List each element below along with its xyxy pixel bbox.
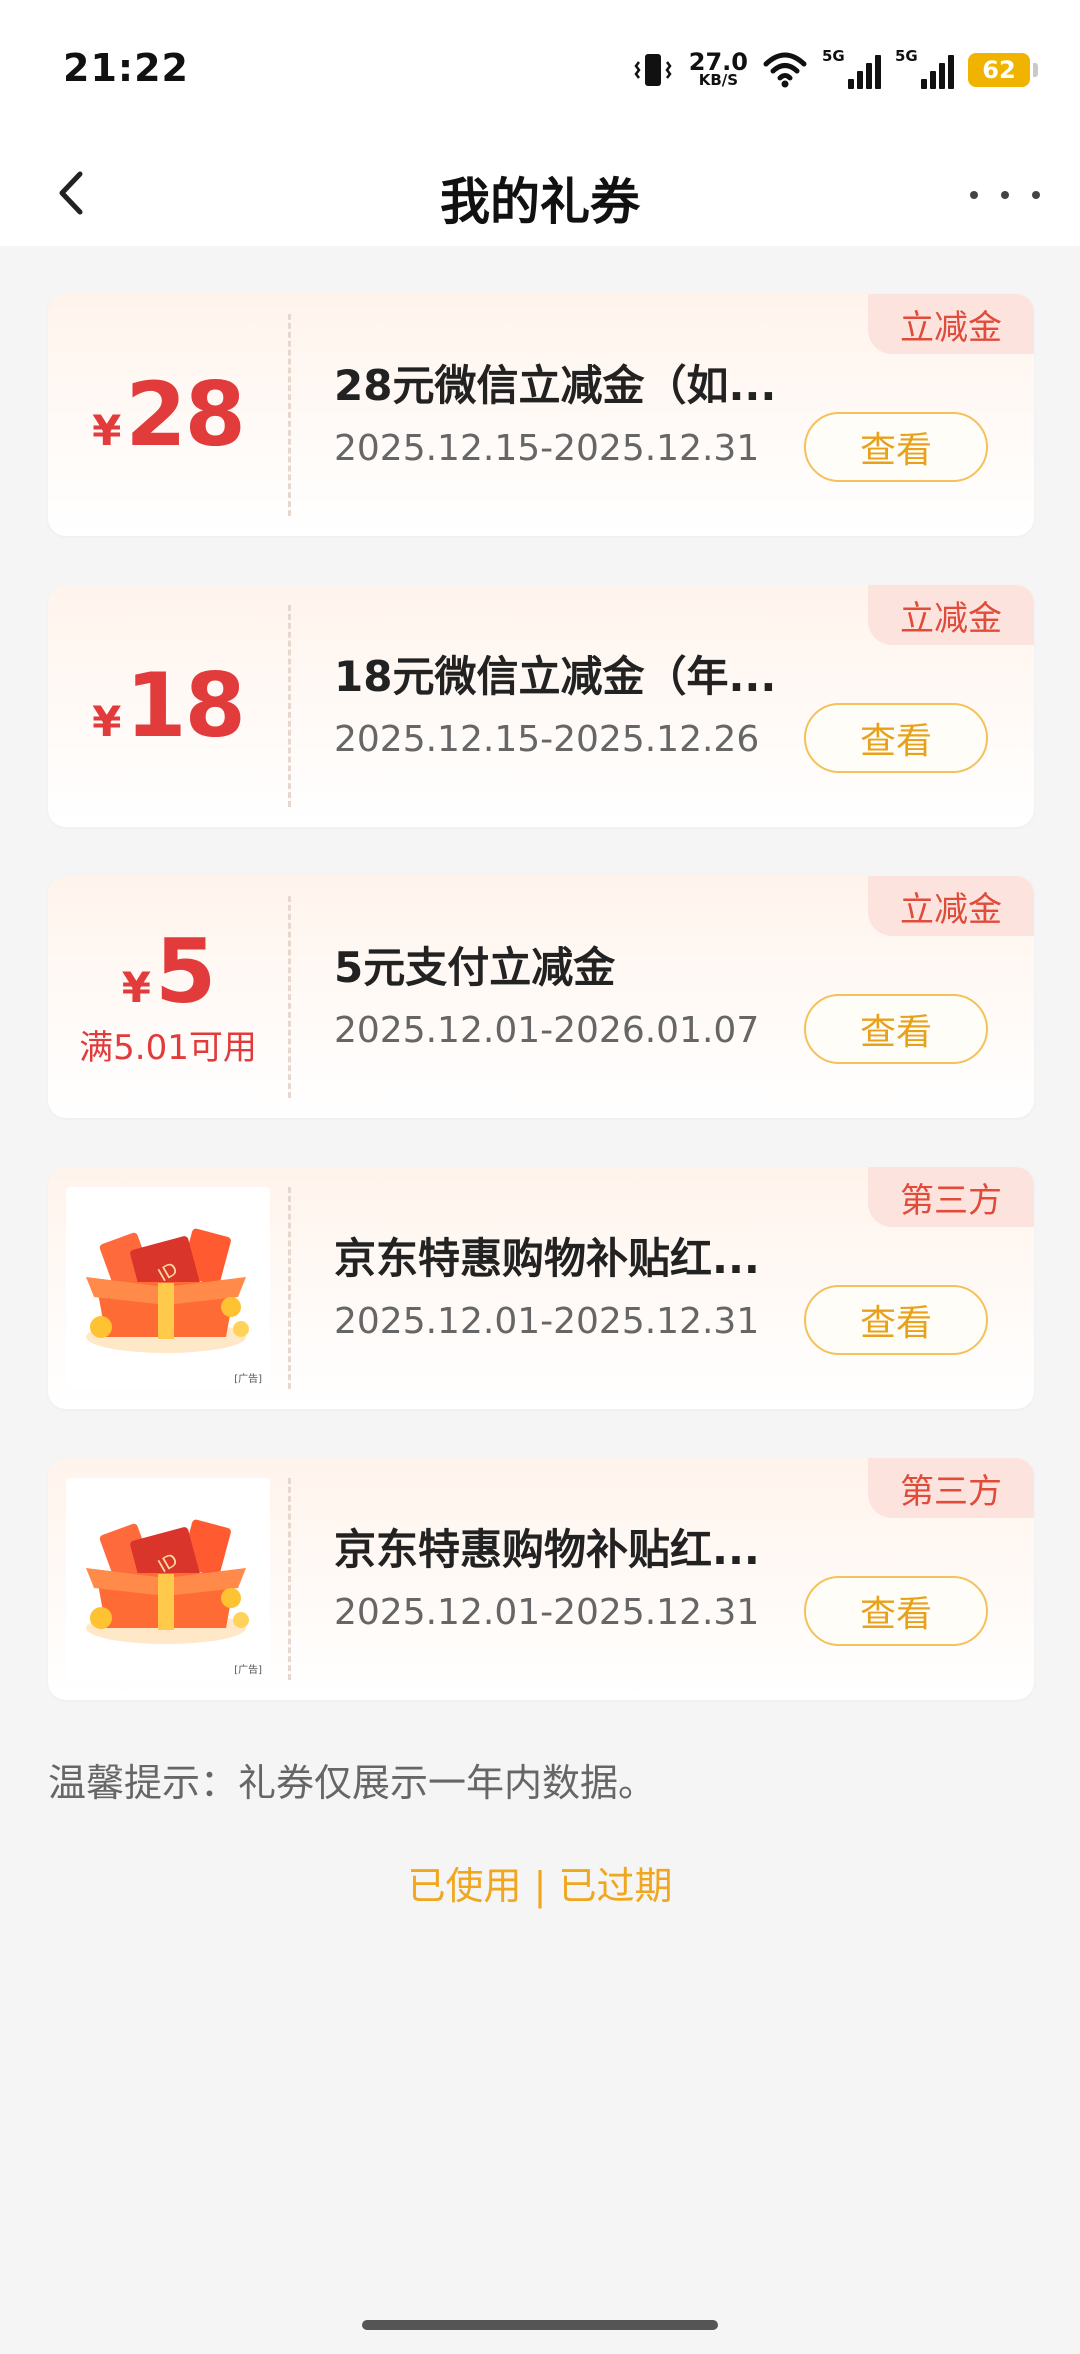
coupon-date: 2025.12.15-2025.12.31 (334, 428, 760, 469)
home-indicator[interactable] (362, 2320, 718, 2330)
dashed-divider (288, 896, 291, 1098)
view-button[interactable]: 查看 (804, 703, 988, 773)
coupon-name: 28元微信立减金（如... (334, 361, 777, 410)
history-links: 已使用 | 已过期 (0, 1855, 1080, 1910)
ad-tag: [广告] (234, 1665, 262, 1676)
coupon-condition: 满5.01可用 (79, 1027, 257, 1068)
coupon-date: 2025.12.01-2025.12.31 (334, 1592, 760, 1633)
more-options-icon[interactable] (970, 170, 1040, 220)
gift-box-image: ID [广告] (66, 1187, 270, 1389)
coupon-name: 京东特惠购物补贴红... (334, 1234, 760, 1283)
coupon-card[interactable]: ¥18 18元微信立减金（年... 2025.12.15-2025.12.26 … (48, 585, 1034, 827)
coupon-type-badge: 立减金 (868, 294, 1034, 354)
dashed-divider (288, 1187, 291, 1389)
coupon-amount: ¥28 (92, 363, 246, 466)
coupon-date: 2025.12.15-2025.12.26 (334, 719, 760, 760)
signal-icon-sim1: 5G (822, 47, 881, 89)
view-button[interactable]: 查看 (804, 1576, 988, 1646)
coupon-amount-area: ¥5 满5.01可用 (48, 876, 288, 1118)
status-bar: 21:22 27.0 KB/S 5G 5G 62 (0, 0, 1080, 140)
coupon-amount-area: ¥18 (48, 585, 288, 827)
vibrate-icon (634, 54, 672, 86)
ad-tag: [广告] (234, 1374, 262, 1385)
coupon-card[interactable]: ¥28 28元微信立减金（如... 2025.12.15-2025.12.31 … (48, 294, 1034, 536)
link-separator: | (533, 1864, 547, 1908)
view-button[interactable]: 查看 (804, 412, 988, 482)
view-button[interactable]: 查看 (804, 994, 988, 1064)
nav-bar: 我的礼券 (0, 140, 1080, 246)
coupon-name: 京东特惠购物补贴红... (334, 1525, 760, 1574)
coupon-type-badge: 立减金 (868, 585, 1034, 645)
coupon-type-badge: 第三方 (868, 1458, 1034, 1518)
coupon-amount: ¥18 (92, 654, 246, 757)
dashed-divider (288, 1478, 291, 1680)
battery-icon: 62 (968, 53, 1038, 87)
status-time: 21:22 (63, 46, 189, 90)
page-title: 我的礼券 (440, 173, 640, 231)
coupon-name: 18元微信立减金（年... (334, 652, 777, 701)
coupon-date: 2025.12.01-2025.12.31 (334, 1301, 760, 1342)
coupon-card[interactable]: ID [广告] 京东特惠购物补贴红... 2025.12.01-2025.12.… (48, 1167, 1034, 1409)
coupon-type-badge: 第三方 (868, 1167, 1034, 1227)
coupon-type-badge: 立减金 (868, 876, 1034, 936)
expired-link[interactable]: 已过期 (559, 1855, 673, 1910)
coupon-amount-area: ¥28 (48, 294, 288, 536)
signal-icon-sim2: 5G (895, 47, 954, 89)
coupon-name: 5元支付立减金 (334, 943, 616, 992)
dashed-divider (288, 314, 291, 516)
gift-box-image: ID [广告] (66, 1478, 270, 1680)
status-icons: 27.0 KB/S 5G 5G 62 (631, 46, 1038, 94)
coupon-date: 2025.12.01-2026.01.07 (334, 1010, 760, 1051)
coupon-list: ¥28 28元微信立减金（如... 2025.12.15-2025.12.31 … (48, 294, 1034, 1749)
view-button[interactable]: 查看 (804, 1285, 988, 1355)
network-speed: 27.0 KB/S (688, 48, 748, 89)
tip-text: 温馨提示：礼券仅展示一年内数据。 (48, 1761, 657, 1805)
coupon-amount: ¥5 (121, 919, 216, 1023)
used-link[interactable]: 已使用 (407, 1855, 521, 1910)
dashed-divider (288, 605, 291, 807)
coupon-card[interactable]: ID [广告] 京东特惠购物补贴红... 2025.12.01-2025.12.… (48, 1458, 1034, 1700)
wifi-icon (763, 52, 807, 88)
coupon-card[interactable]: ¥5 满5.01可用 5元支付立减金 2025.12.01-2026.01.07… (48, 876, 1034, 1118)
